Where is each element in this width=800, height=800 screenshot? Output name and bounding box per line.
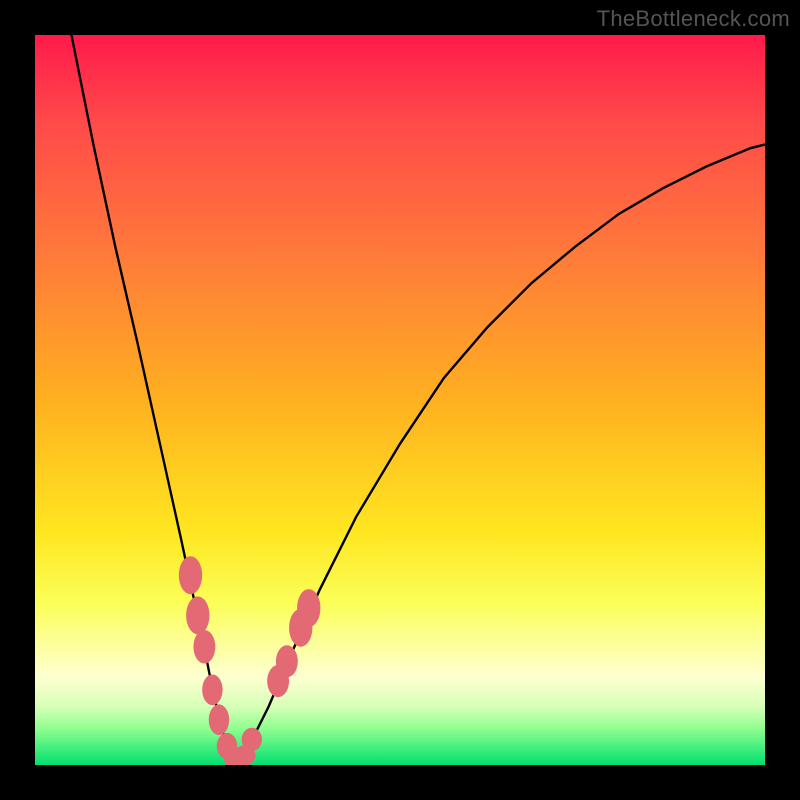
data-marker (193, 630, 215, 664)
chart-frame: TheBottleneck.com (0, 0, 800, 800)
data-marker (242, 728, 262, 751)
data-marker (209, 704, 229, 735)
watermark-text: TheBottleneck.com (597, 6, 790, 32)
data-marker (276, 645, 298, 677)
plot-area (35, 35, 765, 765)
data-marker (186, 596, 209, 634)
bottleneck-curve-chart (35, 35, 765, 765)
data-marker (179, 556, 202, 594)
curve-right-branch (236, 145, 765, 762)
data-marker (202, 674, 222, 705)
data-marker (297, 589, 320, 627)
